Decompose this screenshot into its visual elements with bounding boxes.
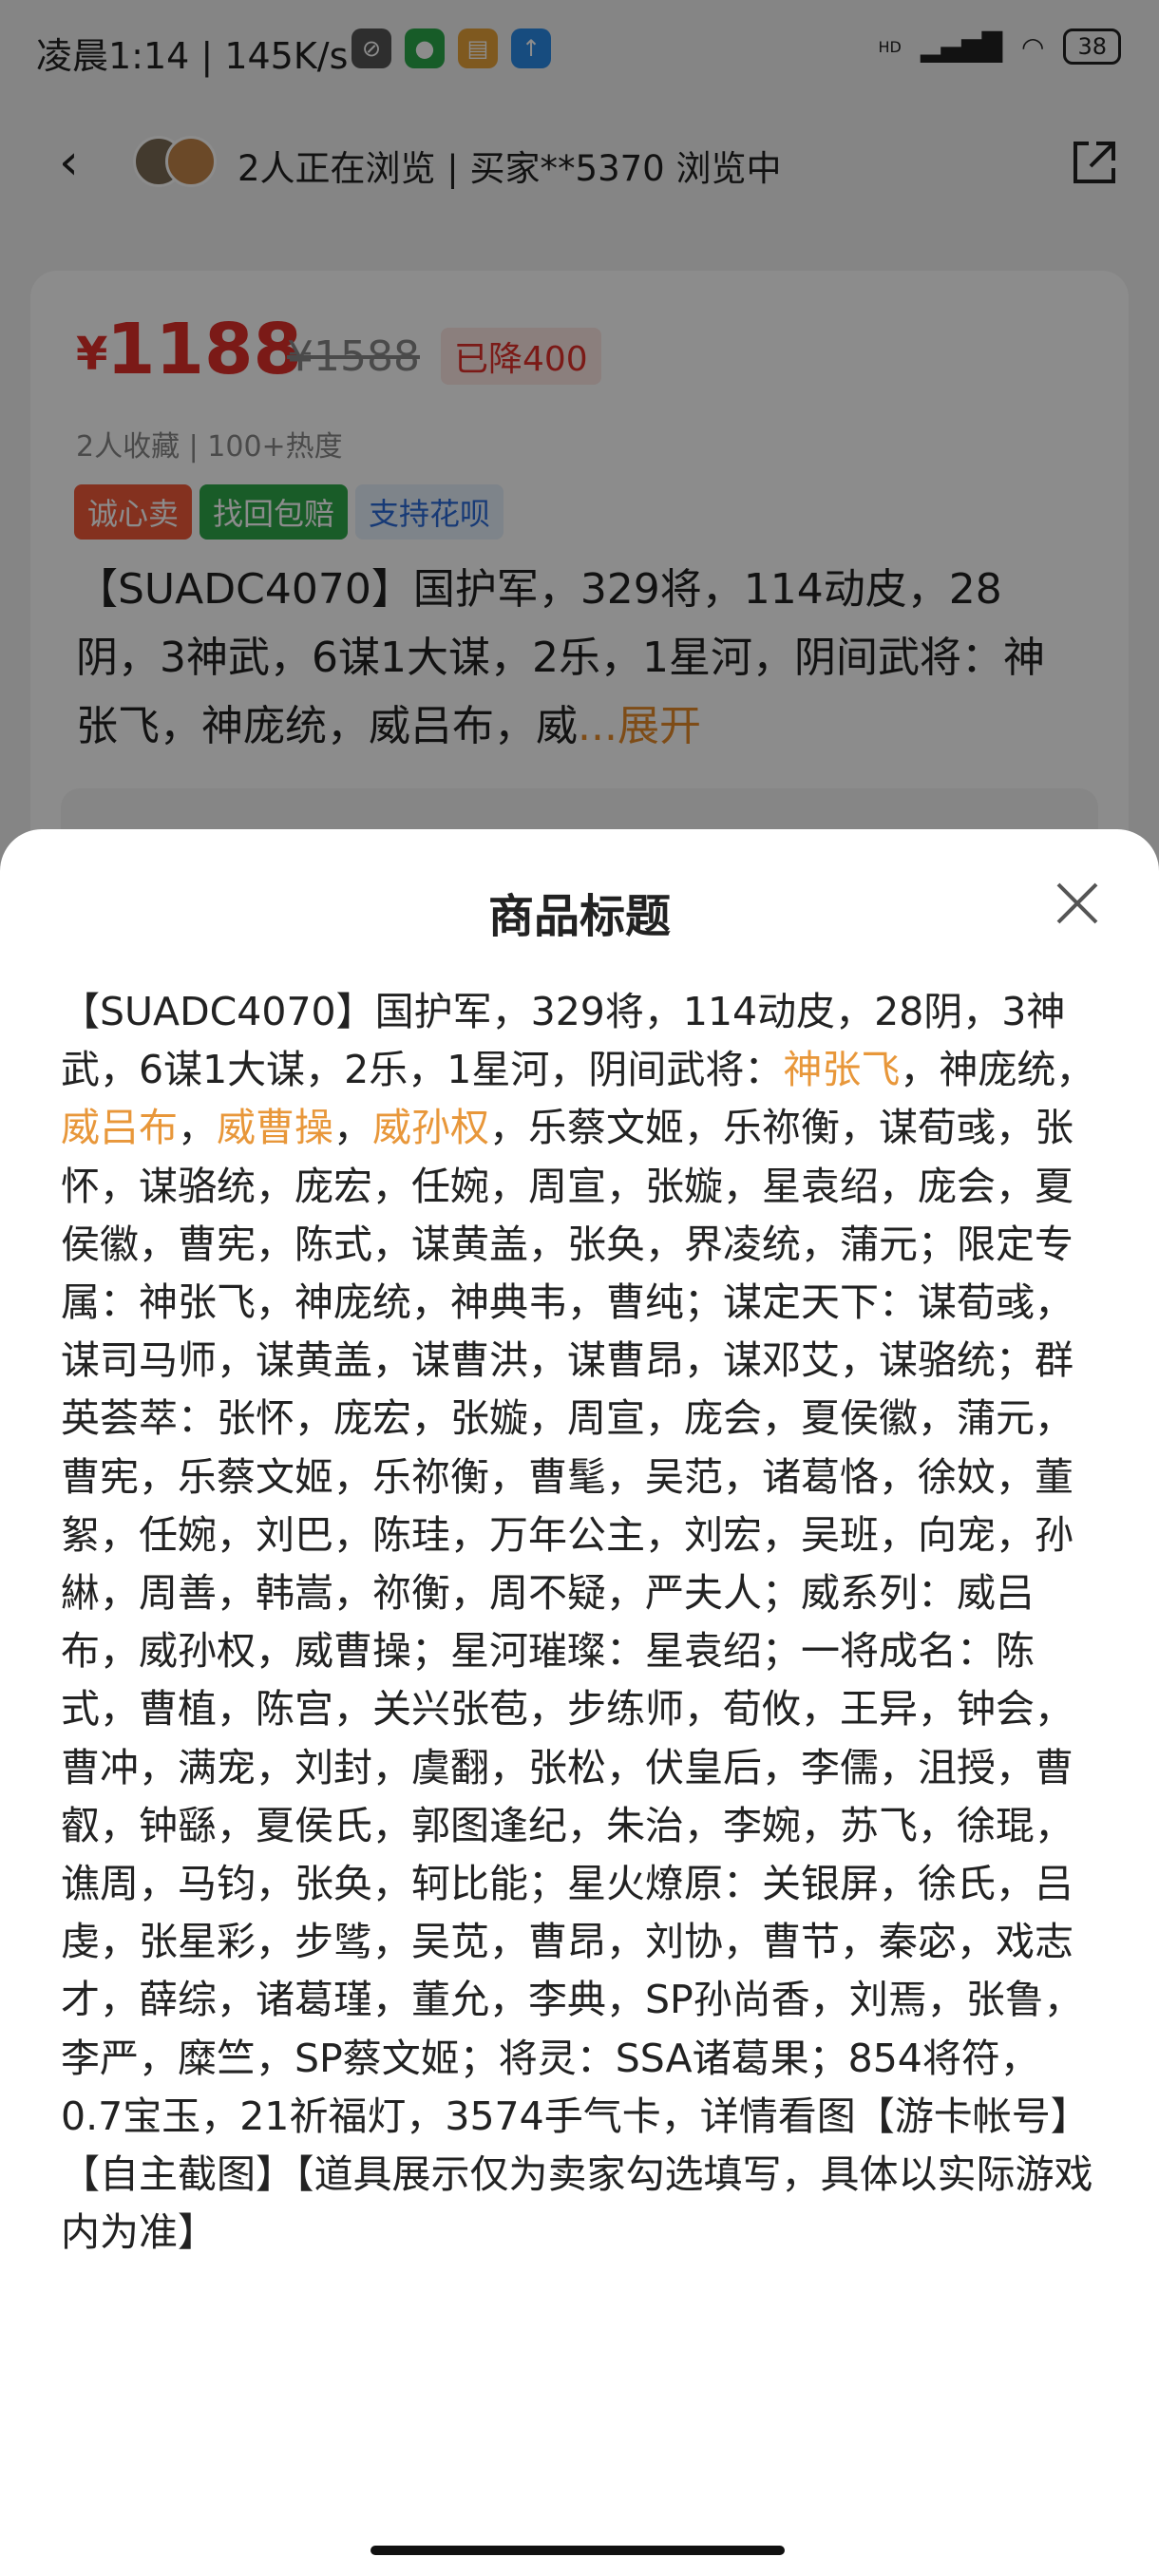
highlight-general: 威吕布: [61, 1105, 178, 1151]
highlight-general: 神张飞: [783, 1047, 901, 1093]
title-sheet: 商品标题 【SUADC4070】国护军，329将，114动皮，28阴，3神武，6…: [0, 829, 1159, 2576]
sheet-title: 商品标题: [487, 890, 671, 943]
full-title-text: 【SUADC4070】国护军，329将，114动皮，28阴，3神武，6谋1大谋，…: [61, 989, 1095, 2256]
close-icon[interactable]: [1053, 879, 1102, 928]
highlight-general: 威孙权: [372, 1105, 489, 1151]
highlight-general: 威曹操: [217, 1105, 333, 1151]
home-indicator[interactable]: [370, 2546, 785, 2555]
